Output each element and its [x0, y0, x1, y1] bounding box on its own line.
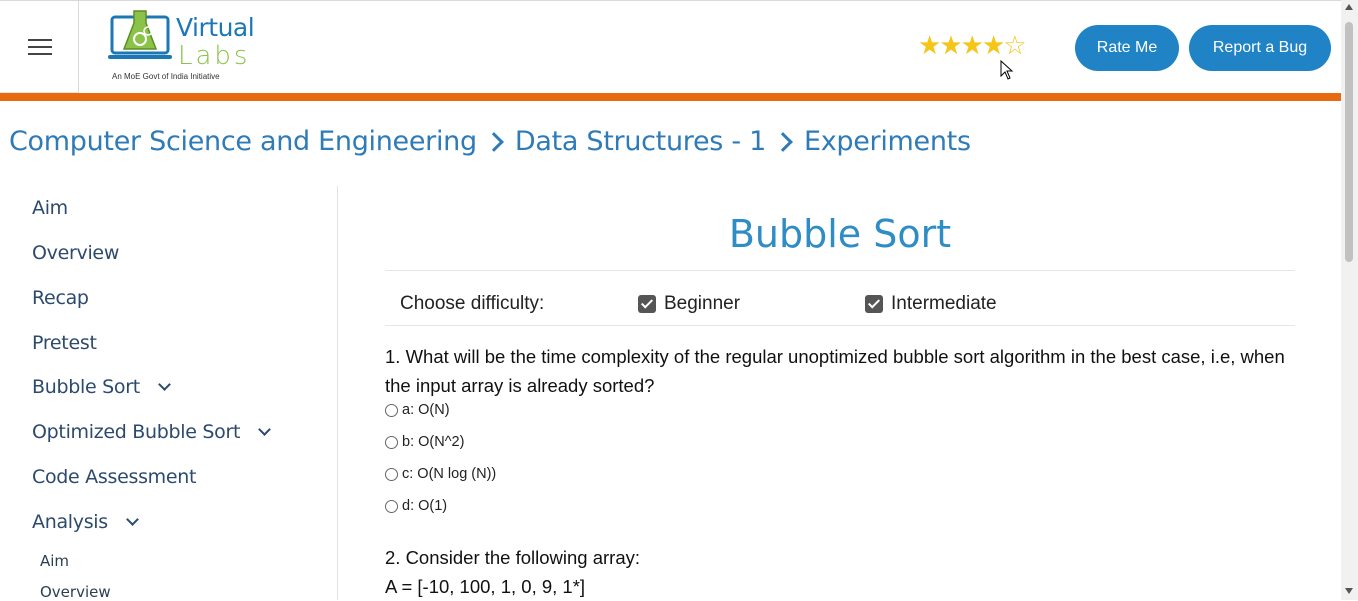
sidebar-item-recap[interactable]: Recap: [32, 287, 89, 309]
rating-stars[interactable]: ★★★★☆: [918, 30, 1027, 60]
sidebar: Aim Overview Recap Pretest Bubble Sort O…: [0, 186, 338, 601]
chevron-down-icon[interactable]: [126, 512, 139, 526]
sidebar-item-label: Pretest: [32, 332, 97, 354]
logo-tagline: An MoE Govt of India Initiative: [112, 72, 220, 81]
difficulty-intermediate-checkbox[interactable]: Intermediate: [865, 293, 997, 315]
top-navbar: Virtual Labs An MoE Govt of India Initia…: [0, 0, 1341, 94]
rate-me-button[interactable]: Rate Me: [1075, 25, 1179, 71]
chevron-down-icon[interactable]: [258, 422, 272, 436]
star-filled-icon[interactable]: ★: [939, 30, 962, 60]
question-2-array: A = [-10, 100, 1, 0, 9, 1*]: [385, 576, 586, 597]
question-2-text: 2. Consider the following array:: [385, 547, 641, 568]
radio-button[interactable]: [385, 403, 398, 417]
sidebar-item-analysis[interactable]: Analysis: [32, 511, 139, 533]
question-1-option-c[interactable]: c: O(N log (N)): [385, 466, 496, 482]
star-filled-icon[interactable]: ★: [961, 30, 984, 60]
question-1-option-b[interactable]: b: O(N^2): [385, 434, 464, 450]
star-filled-icon[interactable]: ★: [982, 30, 1005, 60]
sidebar-item-label: Aim: [32, 197, 68, 219]
breadcrumb-item-lab[interactable]: Data Structures - 1: [515, 126, 766, 157]
hamburger-line: [28, 46, 52, 48]
breadcrumb-item-experiments[interactable]: Experiments: [804, 126, 971, 157]
scroll-down-icon[interactable]: [1345, 588, 1353, 594]
chevron-down-icon[interactable]: [157, 377, 171, 391]
chevron-right-icon: [773, 131, 793, 152]
scroll-up-icon[interactable]: [1345, 4, 1353, 10]
difficulty-label: Choose difficulty:: [400, 293, 545, 314]
hamburger-icon: [28, 39, 52, 41]
radio-button[interactable]: [385, 467, 398, 481]
sidebar-item-bubble-sort[interactable]: Bubble Sort: [32, 376, 171, 398]
difficulty-beginner-checkbox[interactable]: Beginner: [638, 293, 740, 315]
hamburger-line: [28, 53, 52, 55]
sidebar-item-label: Code Assessment: [32, 466, 197, 488]
sidebar-item-optimized-bubble-sort[interactable]: Optimized Bubble Sort: [32, 421, 272, 443]
sidebar-item-aim[interactable]: Aim: [32, 197, 68, 219]
sidebar-item-label: Optimized Bubble Sort: [32, 421, 241, 443]
checkbox-checked-icon[interactable]: [865, 295, 883, 313]
option-label: c: O(N log (N)): [402, 466, 497, 482]
sidebar-item-label: Recap: [32, 287, 89, 309]
checkbox-label: Beginner: [664, 293, 741, 314]
header-accent-bar: [0, 93, 1341, 101]
chevron-right-icon: [483, 131, 504, 152]
divider: [385, 270, 1295, 271]
logo-text-virtual: Virtual: [176, 13, 255, 42]
scrollbar-thumb[interactable]: [1345, 22, 1353, 262]
lab-flask-icon: [108, 10, 172, 59]
divider: [385, 325, 1295, 326]
breadcrumb-item-department[interactable]: Computer Science and Engineering: [9, 126, 477, 157]
radio-button[interactable]: [385, 435, 398, 449]
virtual-labs-logo[interactable]: Virtual Labs An MoE Govt of India Initia…: [108, 7, 258, 87]
checkbox-checked-icon[interactable]: [638, 295, 656, 313]
radio-button[interactable]: [385, 499, 398, 513]
question-1-text: 1. What will be the time complexity of t…: [385, 346, 1285, 396]
option-label: b: O(N^2): [402, 434, 465, 450]
logo-text-labs: Labs: [178, 41, 251, 71]
sidebar-item-label: Analysis: [32, 511, 108, 533]
question-1-option-d[interactable]: d: O(1): [385, 498, 447, 514]
star-filled-icon[interactable]: ★: [918, 30, 941, 60]
option-label: a: O(N): [402, 402, 450, 418]
sidebar-item-overview[interactable]: Overview: [32, 242, 119, 264]
sidebar-subitem-aim[interactable]: Aim: [40, 552, 69, 570]
page-scrollbar[interactable]: [1341, 0, 1358, 600]
question-1-option-a[interactable]: a: O(N): [385, 402, 450, 418]
sidebar-item-pretest[interactable]: Pretest: [32, 332, 97, 354]
option-label: d: O(1): [402, 498, 448, 514]
star-empty-icon[interactable]: ☆: [1003, 30, 1026, 60]
page-title: Bubble Sort: [728, 212, 952, 256]
sidebar-subitem-overview[interactable]: Overview: [40, 583, 111, 601]
breadcrumb: Computer Science and Engineering Data St…: [9, 126, 971, 157]
sidebar-item-label: Overview: [32, 242, 120, 264]
sidebar-item-label: Bubble Sort: [32, 376, 140, 398]
report-bug-button[interactable]: Report a Bug: [1189, 25, 1331, 71]
sidebar-item-code-assessment[interactable]: Code Assessment: [32, 466, 196, 488]
menu-button[interactable]: [0, 1, 79, 93]
mouse-cursor-icon: [1000, 60, 1014, 80]
checkbox-label: Intermediate: [891, 293, 997, 314]
